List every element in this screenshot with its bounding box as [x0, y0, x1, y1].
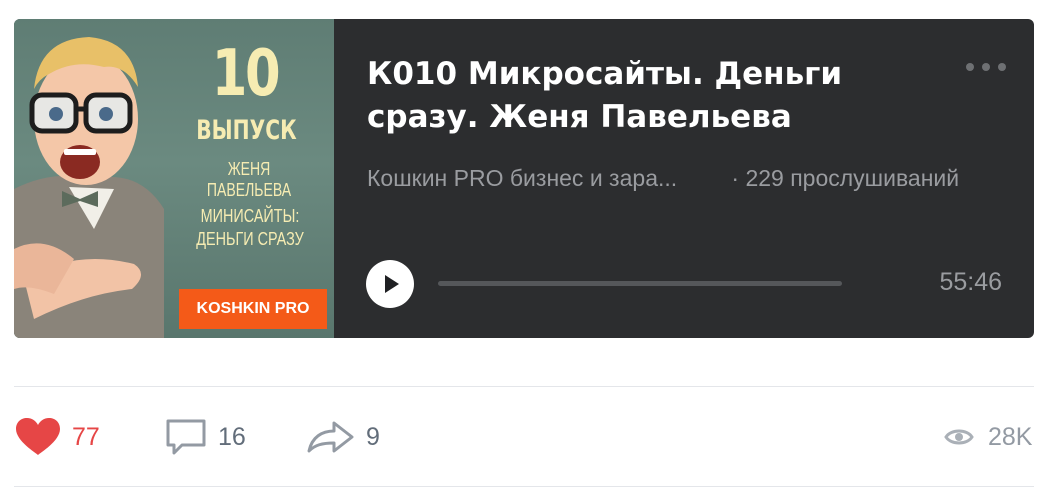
cover-issue-label: ВЫПУСК [196, 115, 297, 146]
view-count: 28K [988, 422, 1033, 451]
track-duration: 55:46 [939, 268, 1002, 296]
more-dot [966, 63, 974, 71]
like-count: 77 [72, 422, 100, 451]
cover-topic: МИНИСАЙТЫ: ДЕНЬГИ СРАЗУ [186, 205, 314, 251]
comment-button[interactable]: 16 [164, 414, 246, 460]
share-count: 9 [366, 422, 380, 451]
divider [14, 486, 1034, 487]
play-icon [385, 275, 399, 293]
share-button[interactable]: 9 [306, 414, 380, 460]
track-meta: Кошкин PRO бизнес и зара... · 229 прослу… [367, 165, 1017, 192]
cover-topic-line2: ДЕНЬГИ СРАЗУ [196, 229, 304, 249]
cover-image: 10 ВЫПУСК ЖЕНЯ ПАВЕЛЬЕВА МИНИСАЙТЫ: ДЕНЬ… [14, 19, 334, 338]
comment-icon [166, 419, 206, 455]
eye-icon [944, 429, 974, 445]
track-artist[interactable]: Кошкин PRO бизнес и зара... [367, 165, 725, 192]
play-button[interactable] [366, 260, 414, 308]
cover-topic-line1: МИНИСАЙТЫ: [200, 206, 300, 226]
views-indicator: 28K [944, 414, 1032, 460]
track-title[interactable]: К010 Микросайты. Деньги сразу. Женя Паве… [367, 53, 927, 139]
cover-author: ЖЕНЯ ПАВЕЛЬЕВА [206, 159, 292, 200]
cover-brand-badge: KOSHKIN PRO [179, 289, 327, 329]
more-icon[interactable] [966, 57, 1006, 77]
like-button[interactable]: 77 [14, 414, 100, 460]
more-dot [998, 63, 1006, 71]
cover-kid-illustration [14, 37, 164, 338]
more-dot [982, 63, 990, 71]
progress-bar[interactable] [438, 281, 842, 286]
audio-player-card: 10 ВЫПУСК ЖЕНЯ ПАВЕЛЬЕВА МИНИСАЙТЫ: ДЕНЬ… [14, 19, 1034, 338]
listen-count: · 229 прослушиваний [731, 165, 960, 191]
comment-count: 16 [218, 422, 246, 451]
divider [14, 386, 1034, 387]
share-icon [307, 421, 354, 453]
cover-issue-number: 10 [211, 37, 281, 111]
heart-icon [16, 418, 60, 455]
